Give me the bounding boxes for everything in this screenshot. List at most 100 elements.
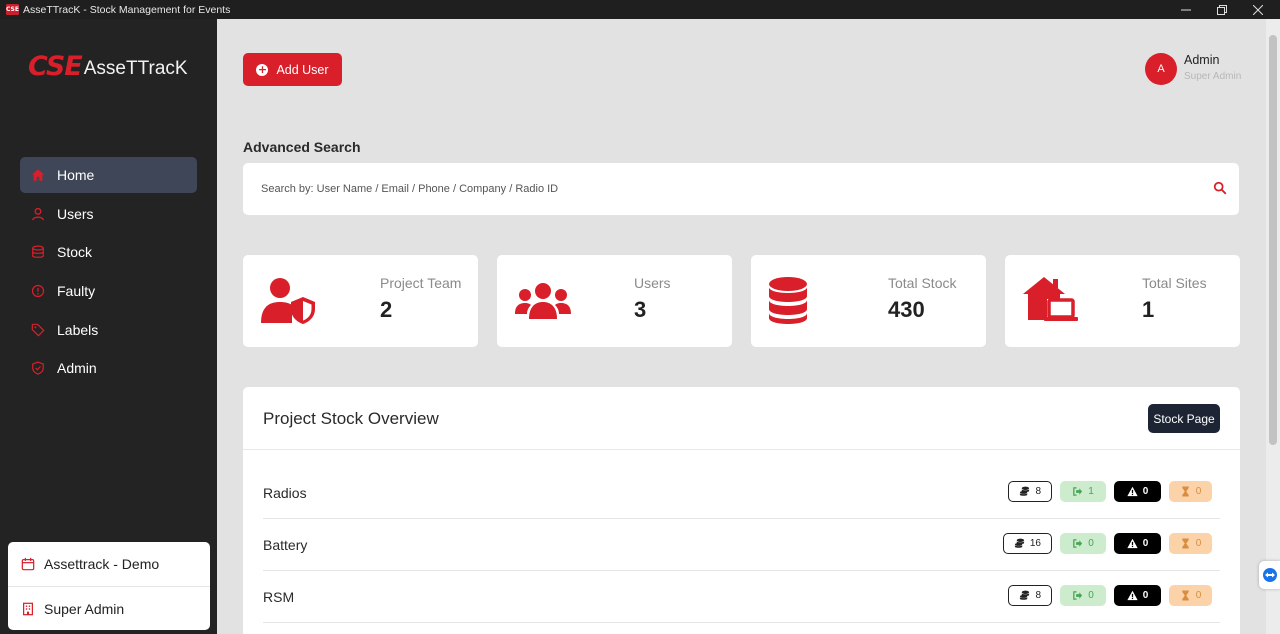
sign-out-icon bbox=[1073, 539, 1083, 548]
checked-out-badge[interactable]: 0 bbox=[1060, 533, 1106, 554]
stat-label: Users bbox=[634, 275, 671, 291]
minimize-button[interactable] bbox=[1168, 0, 1204, 19]
pending-badge[interactable]: 0 bbox=[1169, 481, 1212, 502]
faulty-badge[interactable]: 0 bbox=[1114, 533, 1161, 554]
checked-out-badge[interactable]: 1 bbox=[1060, 481, 1106, 502]
search-bar bbox=[243, 163, 1239, 215]
stock-count-badge[interactable]: 8 bbox=[1008, 585, 1052, 606]
add-user-label: Add User bbox=[276, 62, 329, 77]
coins-icon bbox=[1020, 590, 1030, 600]
warning-icon bbox=[1127, 590, 1138, 601]
advanced-search-title: Advanced Search bbox=[243, 139, 361, 155]
plus-circle-icon: + bbox=[256, 62, 269, 76]
search-input[interactable] bbox=[261, 183, 1161, 195]
sidebar-item-label: Users bbox=[57, 205, 94, 222]
stock-count-badge[interactable]: 8 bbox=[1008, 481, 1052, 502]
sidebar-item-labels[interactable]: Labels bbox=[20, 312, 197, 348]
close-button[interactable] bbox=[1240, 0, 1276, 19]
table-row[interactable]: Battery 16 0 0 0 bbox=[263, 519, 1220, 571]
restore-button[interactable] bbox=[1204, 0, 1240, 19]
overview-divider bbox=[243, 449, 1240, 450]
row-name: RSM bbox=[263, 589, 295, 605]
calendar-icon bbox=[21, 557, 35, 571]
project-card: Assettrack - Demo Super Admin bbox=[8, 542, 210, 630]
sign-out-icon bbox=[1073, 591, 1083, 600]
pending-count: 0 bbox=[1195, 538, 1202, 549]
building-icon bbox=[23, 602, 33, 615]
sidebar-item-faulty[interactable]: Faulty bbox=[20, 273, 197, 309]
hourglass-icon bbox=[1182, 590, 1189, 601]
sidebar: CSE AsseTTracK Home Users Stock Faulty L… bbox=[0, 19, 217, 634]
stat-label: Total Stock bbox=[888, 275, 957, 291]
row-name: Battery bbox=[263, 537, 308, 553]
stock-count: 8 bbox=[1035, 486, 1041, 497]
close-icon bbox=[1253, 4, 1263, 15]
logo-cse: CSE bbox=[28, 51, 83, 82]
window-title: AsseTTracK - Stock Management for Events bbox=[23, 3, 231, 16]
sign-out-icon bbox=[1073, 487, 1083, 496]
stat-card-total-stock[interactable]: Total Stock 430 bbox=[751, 255, 986, 347]
remote-support-icon bbox=[1262, 568, 1277, 582]
home-icon bbox=[31, 168, 45, 182]
project-name: Assettrack - Demo bbox=[44, 556, 160, 572]
faulty-count: 0 bbox=[1142, 590, 1149, 601]
checked-out-count: 1 bbox=[1088, 486, 1094, 497]
sidebar-nav: Home Users Stock Faulty Labels Admin bbox=[20, 157, 197, 389]
warning-icon bbox=[1127, 486, 1138, 497]
overview-title: Project Stock Overview bbox=[263, 409, 439, 428]
stock-count: 8 bbox=[1035, 590, 1041, 601]
scrollbar-thumb[interactable] bbox=[1269, 35, 1277, 445]
table-row[interactable]: RSM 8 0 0 0 bbox=[263, 571, 1220, 623]
pending-count: 0 bbox=[1195, 486, 1202, 497]
house-laptop-icon bbox=[1023, 277, 1078, 321]
role-name: Super Admin bbox=[44, 600, 125, 617]
pending-count: 0 bbox=[1195, 590, 1202, 601]
stock-page-button[interactable]: Stock Page bbox=[1148, 404, 1220, 433]
stat-card-users[interactable]: Users 3 bbox=[497, 255, 732, 347]
stat-value: 1 bbox=[1142, 297, 1155, 322]
sidebar-item-label: Stock bbox=[57, 244, 93, 261]
table-row[interactable]: Radios 8 1 0 0 bbox=[263, 467, 1220, 519]
tag-icon bbox=[31, 323, 45, 337]
sidebar-item-label: Home bbox=[57, 167, 95, 183]
page-scrollbar[interactable] bbox=[1266, 19, 1280, 634]
stat-value: 2 bbox=[380, 297, 393, 322]
restore-icon bbox=[1217, 4, 1227, 15]
stat-card-total-sites[interactable]: Total Sites 1 bbox=[1005, 255, 1240, 347]
minimize-icon bbox=[1181, 9, 1191, 10]
app-icon: CSE bbox=[6, 4, 19, 15]
user-shield-icon bbox=[261, 278, 315, 324]
coins-icon bbox=[1014, 538, 1024, 548]
add-user-button[interactable]: + Add User bbox=[243, 53, 342, 86]
sidebar-item-label: Admin bbox=[57, 360, 97, 377]
user-name: Admin bbox=[1184, 53, 1220, 67]
database-icon bbox=[769, 277, 807, 324]
app-logo[interactable]: CSE AsseTTracK bbox=[28, 53, 188, 81]
stat-card-project-team[interactable]: Project Team 2 bbox=[243, 255, 478, 347]
stock-count-badge[interactable]: 16 bbox=[1002, 533, 1052, 554]
shield-icon bbox=[31, 361, 45, 376]
faulty-badge[interactable]: 0 bbox=[1114, 481, 1161, 502]
user-icon bbox=[31, 207, 45, 221]
sidebar-item-home[interactable]: Home bbox=[20, 157, 197, 193]
role-row[interactable]: Super Admin bbox=[8, 586, 210, 630]
stat-value: 3 bbox=[634, 297, 647, 322]
checked-out-badge[interactable]: 0 bbox=[1060, 585, 1106, 606]
user-profile[interactable]: A Admin Super Admin bbox=[1145, 52, 1241, 86]
sidebar-item-users[interactable]: Users bbox=[20, 196, 197, 232]
project-stock-overview: Project Stock Overview Stock Page Radios… bbox=[243, 387, 1240, 634]
stat-label: Total Sites bbox=[1142, 275, 1207, 291]
warning-icon bbox=[1127, 538, 1138, 549]
pending-badge[interactable]: 0 bbox=[1169, 585, 1212, 606]
stat-value: 430 bbox=[888, 297, 925, 322]
faulty-count: 0 bbox=[1142, 486, 1149, 497]
project-selector[interactable]: Assettrack - Demo bbox=[8, 542, 210, 586]
sidebar-item-stock[interactable]: Stock bbox=[20, 234, 197, 270]
checked-out-count: 0 bbox=[1088, 590, 1094, 601]
faulty-badge[interactable]: 0 bbox=[1114, 585, 1161, 606]
sidebar-item-label: Labels bbox=[57, 321, 99, 338]
remote-support-tab[interactable] bbox=[1259, 561, 1280, 589]
sidebar-item-admin[interactable]: Admin bbox=[20, 350, 197, 386]
pending-badge[interactable]: 0 bbox=[1169, 533, 1212, 554]
search-icon[interactable] bbox=[1213, 181, 1227, 195]
